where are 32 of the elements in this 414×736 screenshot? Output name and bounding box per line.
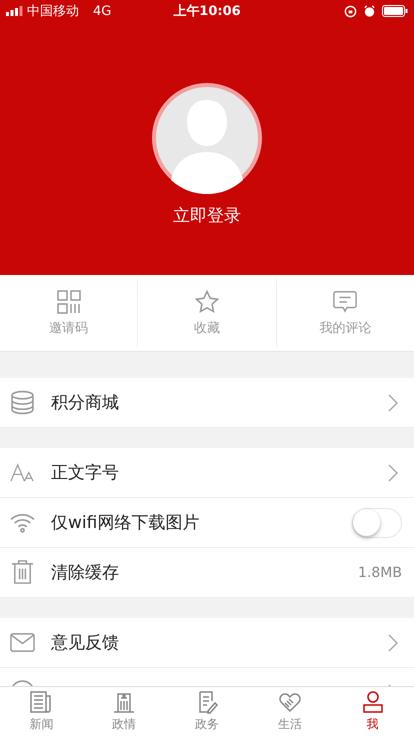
star-icon xyxy=(194,290,219,314)
rotation-lock-icon xyxy=(344,4,357,18)
network-type: 4G xyxy=(93,4,112,18)
database-icon xyxy=(10,390,35,415)
tab-button[interactable]: 政务 xyxy=(166,687,248,736)
chevron-right-icon xyxy=(388,394,398,412)
settings-row[interactable]: 仅wifi网络下载图片 xyxy=(0,498,414,548)
qr-code-icon xyxy=(56,290,81,314)
comment-icon xyxy=(333,290,358,314)
trash-icon xyxy=(10,560,35,585)
tab-button[interactable]: 我 xyxy=(331,687,414,736)
chevron-right-icon xyxy=(388,634,398,652)
tab-button[interactable]: 生活 xyxy=(248,687,332,736)
cache-size: 1.8MB xyxy=(358,564,402,580)
person-icon xyxy=(360,690,385,714)
tab-button[interactable]: 新闻 xyxy=(0,687,83,736)
newspaper-icon xyxy=(29,690,54,714)
battery-icon xyxy=(382,5,408,17)
login-link[interactable]: 立即登录 xyxy=(173,204,241,228)
tab-button[interactable]: 政情 xyxy=(82,687,166,736)
clock-time: 上午10:06 xyxy=(173,3,241,20)
carrier-name: 中国移动 xyxy=(27,3,79,20)
alarm-icon xyxy=(362,4,376,18)
settings-row[interactable]: 积分商城 xyxy=(0,378,414,428)
mail-icon xyxy=(10,630,35,655)
toggle-switch[interactable] xyxy=(352,508,402,538)
settings-row[interactable]: 清除缓存 1.8MB xyxy=(0,548,414,598)
settings-row[interactable]: 正文字号 xyxy=(0,448,414,498)
signal-icon xyxy=(6,6,23,16)
handshake-icon xyxy=(278,690,302,714)
chevron-right-icon xyxy=(388,464,398,482)
avatar-silhouette-icon[interactable] xyxy=(151,82,263,194)
